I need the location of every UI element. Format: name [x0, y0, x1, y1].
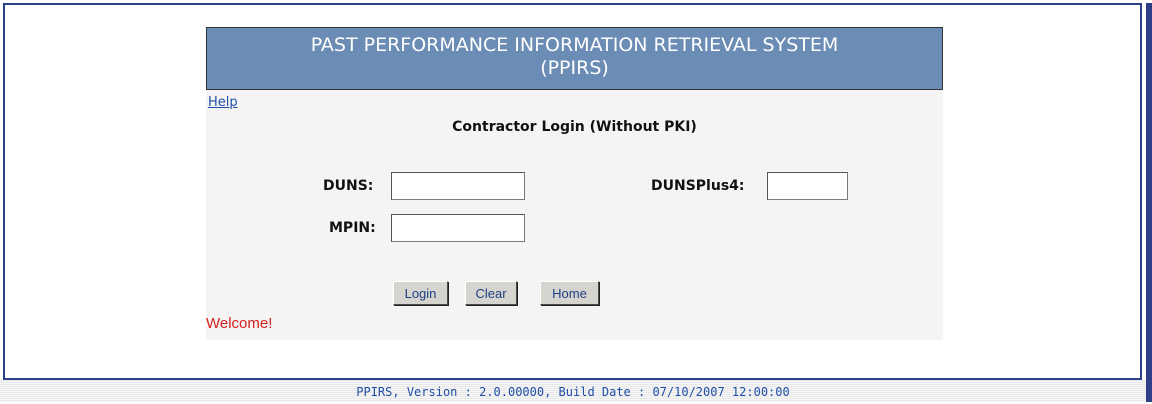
dunsplus4-input[interactable]: [767, 172, 848, 200]
home-button[interactable]: Home: [540, 281, 599, 305]
mpin-label: MPIN:: [329, 220, 376, 236]
system-banner: PAST PERFORMANCE INFORMATION RETRIEVAL S…: [206, 27, 943, 90]
login-button[interactable]: Login: [393, 281, 448, 305]
window-edge: [1146, 3, 1152, 402]
login-form-title: Contractor Login (Without PKI): [452, 119, 697, 135]
help-link[interactable]: Help: [208, 95, 238, 110]
mpin-input[interactable]: [391, 214, 525, 242]
dunsplus4-label: DUNSPlus4:: [651, 178, 745, 194]
banner-title: PAST PERFORMANCE INFORMATION RETRIEVAL S…: [310, 34, 839, 56]
banner-subtitle: (PPIRS): [540, 57, 609, 79]
footer-version: PPIRS, Version : 2.0.00000, Build Date :…: [0, 380, 1146, 402]
duns-label: DUNS:: [323, 178, 374, 194]
clear-button[interactable]: Clear: [465, 281, 517, 305]
status-message: Welcome!: [206, 315, 273, 332]
duns-input[interactable]: [391, 172, 525, 200]
